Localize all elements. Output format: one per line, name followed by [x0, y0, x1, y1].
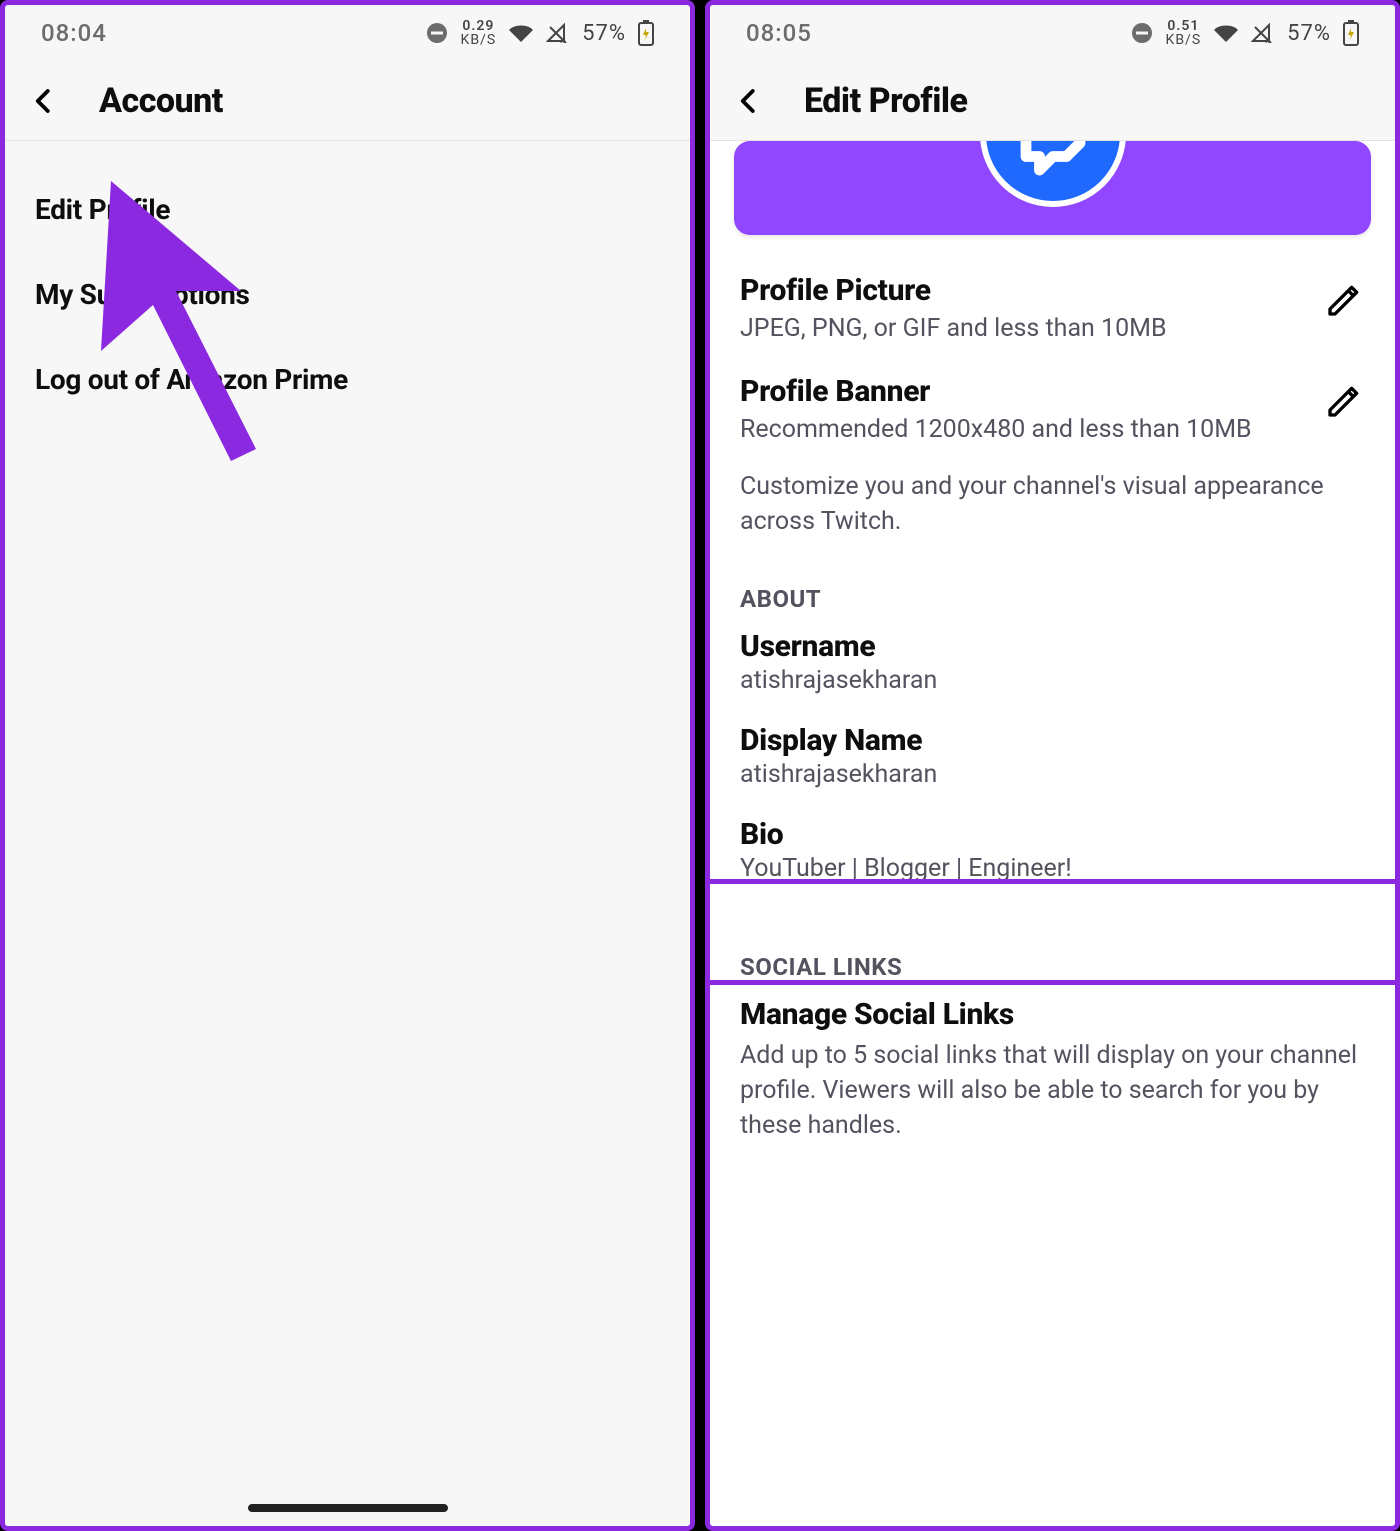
field-label: Display Name	[740, 723, 1365, 758]
left-screenshot: 08:04 0.29KB/S x 57% Account Edit Profil…	[0, 0, 695, 1531]
profile-banner-row[interactable]: Profile Banner Recommended 1200x480 and …	[740, 360, 1365, 461]
wifi-icon	[508, 23, 534, 43]
section-header-social: SOCIAL LINKS	[740, 923, 1365, 987]
row-title: Profile Picture	[740, 273, 1313, 308]
edit-icon[interactable]	[1325, 279, 1365, 319]
social-note: Add up to 5 social links that will displ…	[740, 1038, 1365, 1159]
row-subtitle: Recommended 1200x480 and less than 10MB	[740, 413, 1313, 447]
status-bar: 08:05 0.51KB/S x 57%	[710, 5, 1395, 61]
field-label: Bio	[740, 817, 1365, 852]
field-label: Username	[740, 629, 1365, 664]
back-icon[interactable]	[734, 86, 764, 116]
gesture-navbar[interactable]	[248, 1504, 448, 1512]
bio-field[interactable]: Bio YouTuber | Blogger | Engineer!	[740, 807, 1365, 901]
profile-picture-row[interactable]: Profile Picture JPEG, PNG, or GIF and le…	[740, 259, 1365, 360]
back-icon[interactable]	[29, 86, 59, 116]
battery-icon	[638, 20, 654, 46]
status-bar: 08:04 0.29KB/S x 57%	[5, 5, 690, 61]
clock: 08:04	[41, 19, 107, 47]
row-subtitle: JPEG, PNG, or GIF and less than 10MB	[740, 312, 1313, 346]
account-menu: Edit Profile My Subscriptions Log out of…	[5, 141, 690, 1526]
username-field[interactable]: Username atishrajasekharan	[740, 619, 1365, 713]
field-value: YouTuber | Blogger | Engineer!	[740, 854, 1365, 883]
field-value: atishrajasekharan	[740, 760, 1365, 789]
section-header-about: ABOUT	[740, 555, 1365, 619]
screen-header: Account	[5, 61, 690, 141]
annotation-cursor-icon	[81, 181, 301, 461]
do-not-disturb-icon	[425, 21, 449, 45]
signal-off-icon: x	[1251, 23, 1275, 43]
visual-note: Customize you and your channel's visual …	[740, 461, 1365, 555]
profile-banner-preview[interactable]	[734, 141, 1371, 235]
svg-text:x: x	[560, 35, 566, 43]
avatar[interactable]	[980, 141, 1126, 207]
manage-social-links[interactable]: Manage Social Links	[740, 987, 1365, 1038]
field-value: atishrajasekharan	[740, 666, 1365, 695]
row-title: Profile Banner	[740, 374, 1313, 409]
edit-profile-body: Profile Picture JPEG, PNG, or GIF and le…	[710, 141, 1395, 1526]
screen-title: Account	[99, 81, 223, 121]
screen-title: Edit Profile	[804, 81, 968, 121]
battery-text: 57%	[582, 21, 626, 46]
signal-off-icon: x	[546, 23, 570, 43]
battery-text: 57%	[1287, 21, 1331, 46]
edit-icon[interactable]	[1325, 380, 1365, 420]
screen-header: Edit Profile	[710, 61, 1395, 141]
wifi-icon	[1213, 23, 1239, 43]
clock: 08:05	[746, 19, 812, 47]
avatar-glitch-icon	[1008, 141, 1098, 179]
do-not-disturb-icon	[1130, 21, 1154, 45]
battery-icon	[1343, 20, 1359, 46]
right-screenshot: 08:05 0.51KB/S x 57% Edit Profile	[705, 0, 1400, 1531]
svg-text:x: x	[1265, 35, 1271, 43]
network-speed: 0.51KB/S	[1166, 19, 1202, 47]
network-speed: 0.29KB/S	[461, 19, 497, 47]
field-label: Manage Social Links	[740, 997, 1365, 1032]
display-name-field[interactable]: Display Name atishrajasekharan	[740, 713, 1365, 807]
